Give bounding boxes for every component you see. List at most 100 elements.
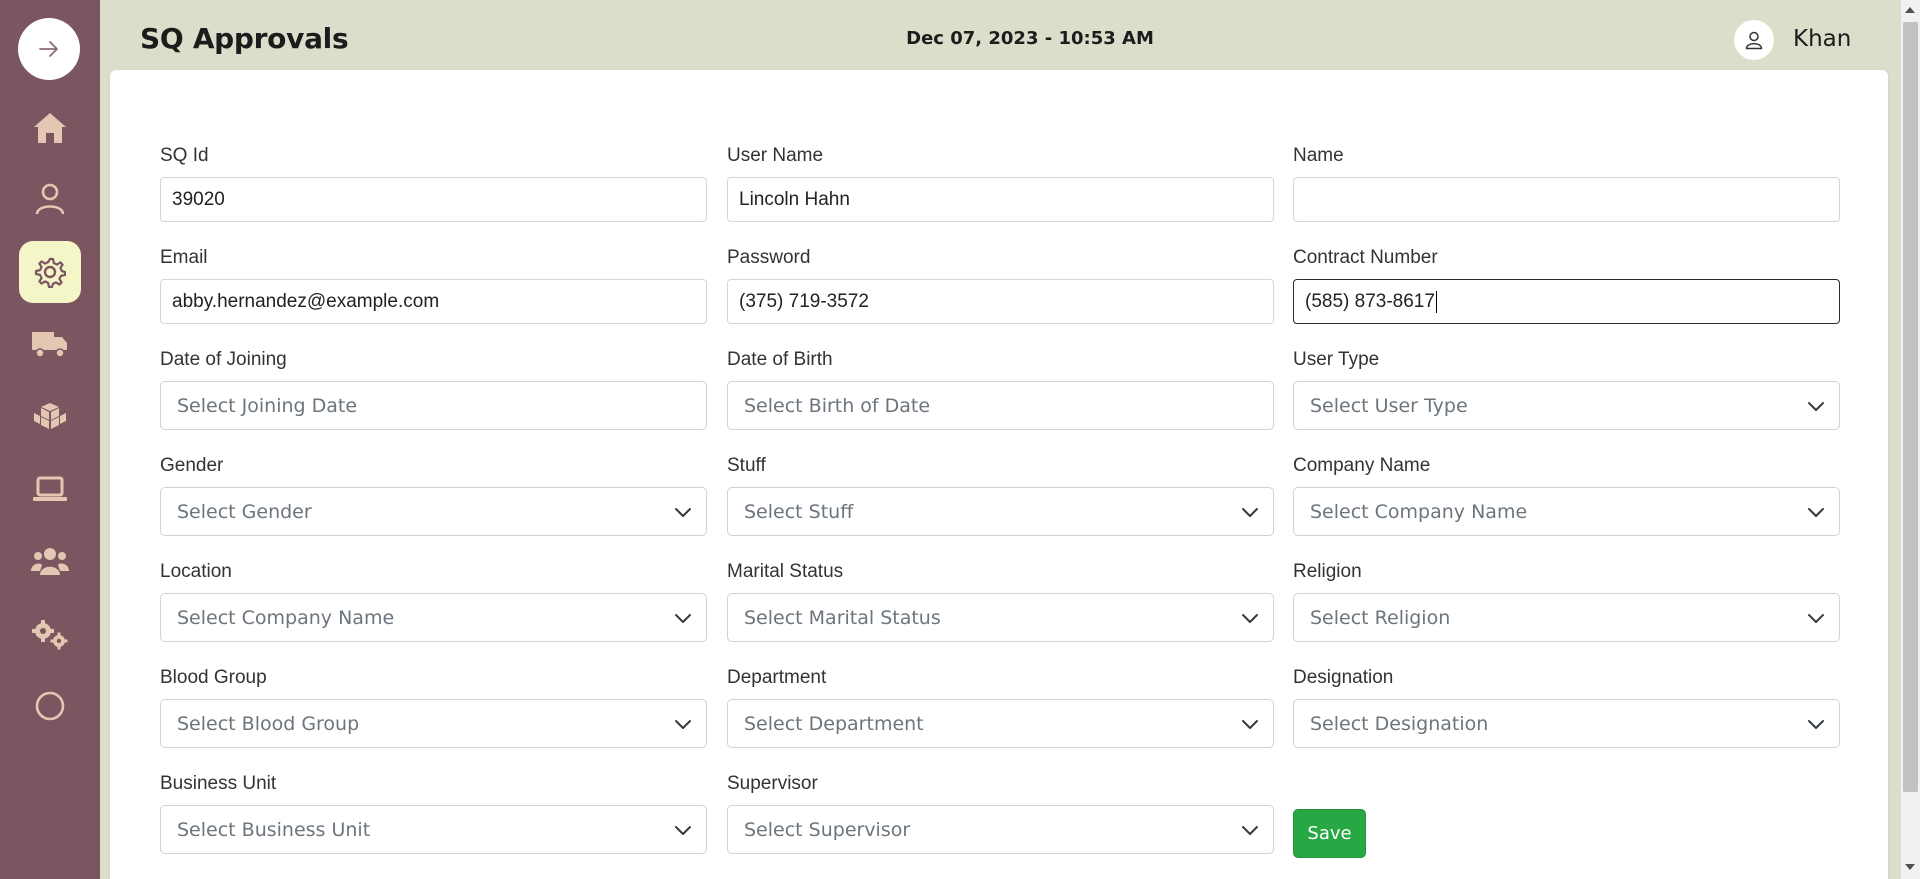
stuff-select[interactable]: Select Stuff (727, 487, 1274, 536)
stuff-placeholder: Select Stuff (744, 500, 854, 523)
religion-label: Religion (1293, 561, 1362, 582)
marital-status-label: Marital Status (727, 561, 844, 582)
supervisor-select[interactable]: Select Supervisor (727, 805, 1274, 854)
chevron-down-icon (1242, 508, 1258, 517)
laptop-icon (33, 476, 67, 501)
blood-group-placeholder: Select Blood Group (177, 712, 360, 735)
chevron-down-icon (1242, 826, 1258, 835)
sidebar-item-inventory[interactable] (19, 386, 81, 448)
department-placeholder: Select Department (744, 712, 924, 735)
date-of-birth-field[interactable]: Select Birth of Date (727, 381, 1274, 430)
sidebar-item-delivery[interactable] (19, 313, 81, 375)
user-type-label: User Type (1293, 349, 1380, 370)
user-name[interactable]: Khan (1793, 26, 1851, 52)
marital-status-placeholder: Select Marital Status (744, 606, 941, 629)
gender-placeholder: Select Gender (177, 500, 312, 523)
stuff-label: Stuff (727, 455, 766, 476)
chevron-down-icon (1808, 614, 1824, 623)
chevron-down-icon (1242, 720, 1258, 729)
company-name-placeholder: Select Company Name (1310, 500, 1528, 523)
sidebar-toggle-button[interactable] (18, 18, 80, 80)
scrollbar-thumb[interactable] (1903, 22, 1918, 792)
sidebar-item-team[interactable] (19, 530, 81, 592)
page-title: SQ Approvals (140, 22, 349, 55)
arrow-right-icon (39, 41, 58, 57)
form-card: SQ Id 39020 User Name Lincoln Hahn Name … (110, 70, 1888, 879)
chevron-down-icon (675, 508, 691, 517)
marital-status-select[interactable]: Select Marital Status (727, 593, 1274, 642)
sq-id-value: 39020 (172, 188, 225, 210)
date-of-joining-field[interactable]: Select Joining Date (160, 381, 707, 430)
sidebar-item-devices[interactable] (19, 458, 81, 520)
sidebar-item-home[interactable] (19, 97, 81, 159)
designation-select[interactable]: Select Designation (1293, 699, 1840, 748)
user-icon (35, 183, 65, 215)
chevron-down-icon (1242, 614, 1258, 623)
cogs-icon (32, 620, 68, 650)
location-label: Location (160, 561, 232, 582)
circle-icon (35, 691, 65, 721)
religion-placeholder: Select Religion (1310, 606, 1451, 629)
company-name-label: Company Name (1293, 455, 1431, 476)
contract-number-label: Contract Number (1293, 247, 1438, 268)
user-icon (1745, 31, 1763, 50)
name-field[interactable] (1293, 177, 1840, 222)
scroll-down-arrow[interactable] (1905, 864, 1915, 870)
chevron-down-icon (675, 720, 691, 729)
sq-id-field[interactable]: 39020 (160, 177, 707, 222)
header-datetime: Dec 07, 2023 - 10:53 AM (906, 28, 1154, 49)
sidebar-item-other[interactable] (19, 675, 81, 737)
home-icon (34, 113, 66, 143)
gender-select[interactable]: Select Gender (160, 487, 707, 536)
sq-id-label: SQ Id (160, 145, 209, 166)
user-name-value: Lincoln Hahn (739, 188, 850, 210)
department-select[interactable]: Select Department (727, 699, 1274, 748)
sidebar-item-user[interactable] (19, 168, 81, 230)
location-placeholder: Select Company Name (177, 606, 395, 629)
text-caret (1435, 290, 1437, 313)
date-of-birth-label: Date of Birth (727, 349, 833, 370)
avatar[interactable] (1734, 20, 1774, 60)
gear-icon (34, 257, 66, 288)
truck-icon (32, 332, 67, 358)
chevron-down-icon (675, 614, 691, 623)
boxes-icon (34, 403, 66, 429)
chevron-down-icon (1808, 508, 1824, 517)
user-name-field[interactable]: Lincoln Hahn (727, 177, 1274, 222)
blood-group-select[interactable]: Select Blood Group (160, 699, 707, 748)
date-of-joining-label: Date of Joining (160, 349, 287, 370)
users-icon (31, 548, 69, 575)
business-unit-select[interactable]: Select Business Unit (160, 805, 707, 854)
email-field[interactable]: abby.hernandez@example.com (160, 279, 707, 324)
date-of-birth-placeholder: Select Birth of Date (744, 394, 931, 417)
chevron-down-icon (1808, 402, 1824, 411)
user-type-placeholder: Select User Type (1310, 394, 1468, 417)
supervisor-placeholder: Select Supervisor (744, 818, 911, 841)
scroll-up-arrow[interactable] (1905, 7, 1915, 13)
password-label: Password (727, 247, 811, 268)
user-type-select[interactable]: Select User Type (1293, 381, 1840, 430)
business-unit-placeholder: Select Business Unit (177, 818, 371, 841)
gender-label: Gender (160, 455, 224, 476)
sidebar-item-configuration[interactable] (19, 603, 81, 665)
chevron-down-icon (675, 826, 691, 835)
designation-label: Designation (1293, 667, 1394, 688)
designation-placeholder: Select Designation (1310, 712, 1489, 735)
email-label: Email (160, 247, 208, 268)
business-unit-label: Business Unit (160, 773, 277, 794)
location-select[interactable]: Select Company Name (160, 593, 707, 642)
password-value: (375) 719-3572 (739, 290, 869, 312)
contract-number-field[interactable]: (585) 873-8617 (1293, 279, 1840, 324)
password-field[interactable]: (375) 719-3572 (727, 279, 1274, 324)
name-label: Name (1293, 145, 1344, 166)
religion-select[interactable]: Select Religion (1293, 593, 1840, 642)
date-of-joining-placeholder: Select Joining Date (177, 394, 358, 417)
company-name-select[interactable]: Select Company Name (1293, 487, 1840, 536)
supervisor-label: Supervisor (727, 773, 818, 794)
contract-number-value: (585) 873-8617 (1305, 290, 1435, 312)
user-name-label: User Name (727, 145, 824, 166)
email-value: abby.hernandez@example.com (172, 290, 440, 312)
sidebar-item-settings[interactable] (19, 241, 81, 303)
department-label: Department (727, 667, 827, 688)
save-button[interactable]: Save (1293, 809, 1366, 858)
